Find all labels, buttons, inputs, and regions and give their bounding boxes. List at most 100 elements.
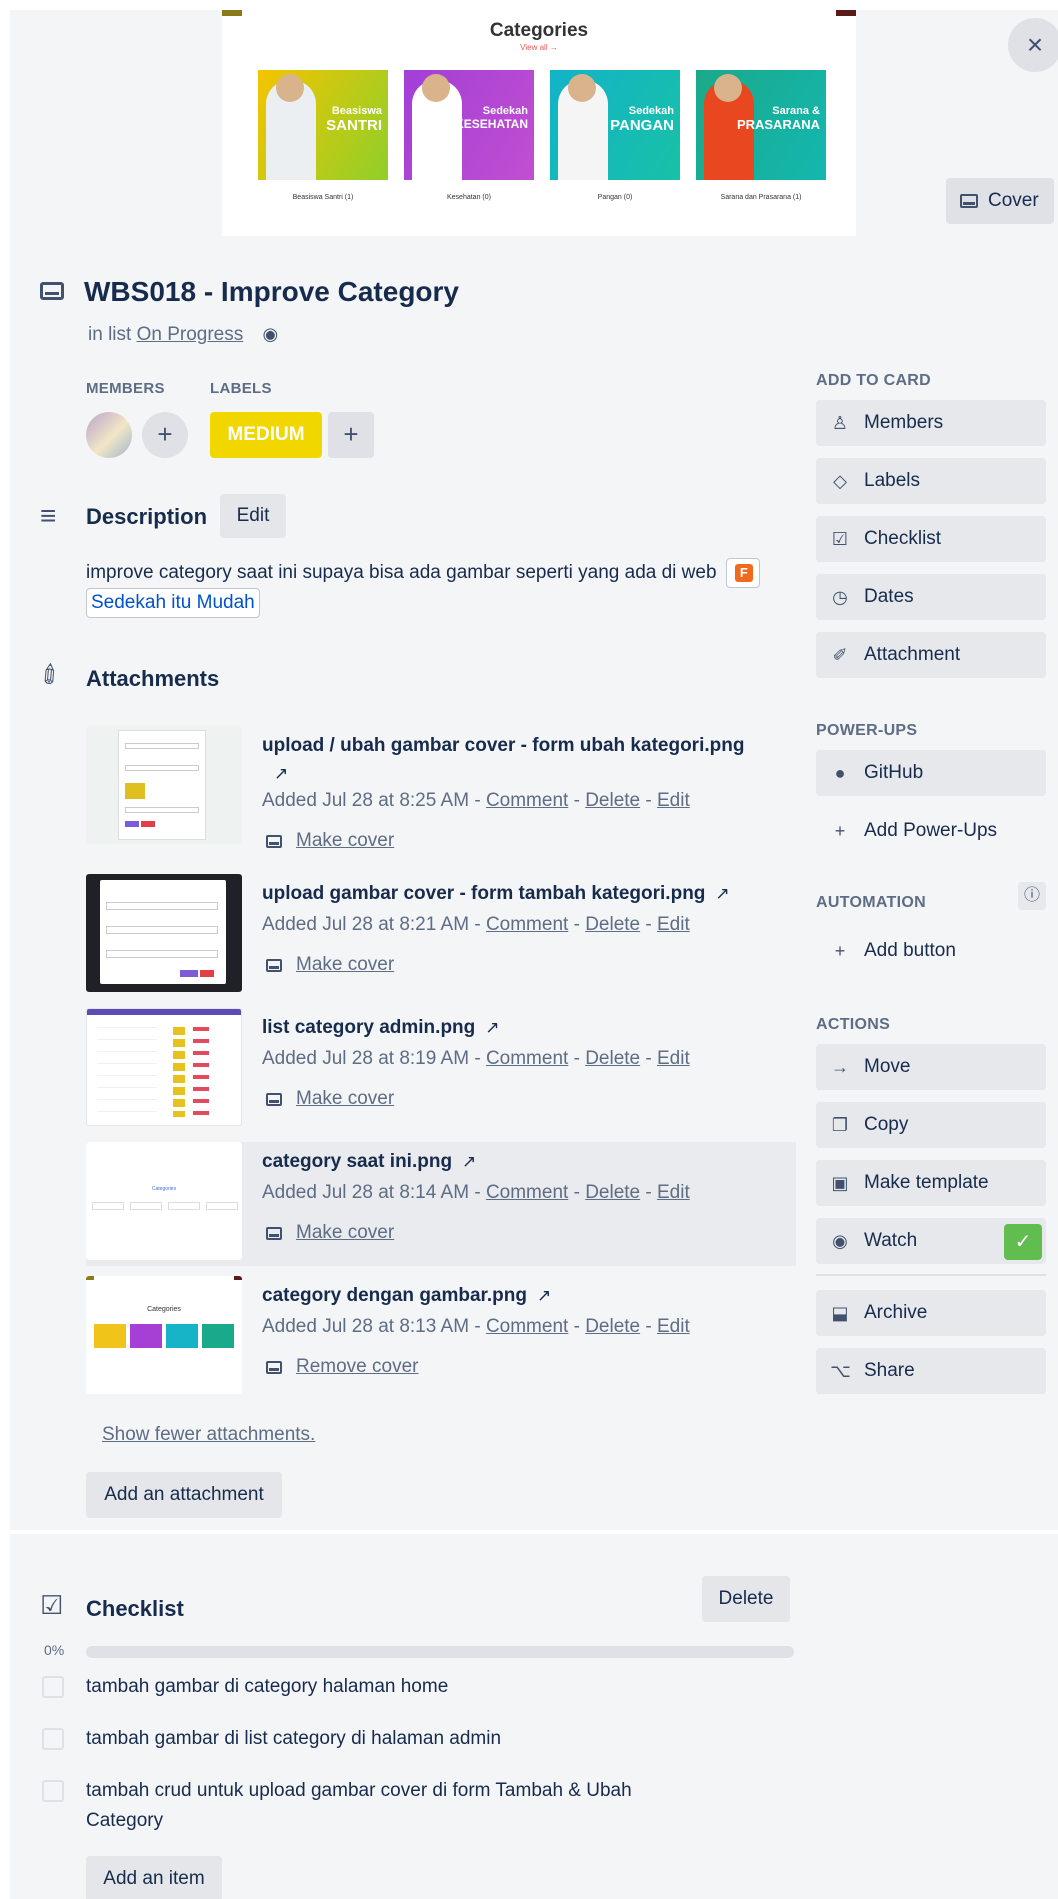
- add-checklist-item-button[interactable]: Add an item: [86, 1856, 222, 1899]
- cover-image[interactable]: Categories View all → Beasiswa SANTRI Be…: [222, 10, 856, 236]
- sidebar-checklist-button[interactable]: ☑ Checklist: [816, 516, 1046, 562]
- thumbnail-form: [118, 730, 206, 840]
- card-title[interactable]: WBS018 - Improve Category: [84, 276, 459, 308]
- make-cover-action[interactable]: Make cover: [266, 954, 394, 976]
- category-image: Sedekah PANGAN: [550, 70, 680, 180]
- card-icon: [266, 834, 282, 848]
- sidebar-attachment-button[interactable]: ✐ Attachment: [816, 632, 1046, 678]
- add-member-button[interactable]: +: [142, 412, 188, 458]
- attachment-item[interactable]: Categories category dengan gambar.png ↗ A…: [86, 1276, 796, 1400]
- sidebar-labels-button[interactable]: ◇ Labels: [816, 458, 1046, 504]
- edit-link[interactable]: Edit: [657, 914, 690, 935]
- attachment-meta: Added Jul 28 at 8:25 AM - Comment - Dele…: [262, 790, 690, 811]
- checklist-item-checkbox[interactable]: [42, 1676, 64, 1698]
- make-cover-action[interactable]: Make cover: [266, 1088, 394, 1110]
- edit-link[interactable]: Edit: [657, 790, 690, 811]
- checklist-item-text[interactable]: tambah gambar di category halaman home: [86, 1672, 666, 1702]
- edit-link[interactable]: Edit: [657, 1048, 690, 1069]
- sidebar-move-button[interactable]: → Move: [816, 1044, 1046, 1090]
- attachment-item[interactable]: Categories category saat ini.png ↗ Added …: [86, 1142, 796, 1266]
- avatar[interactable]: [86, 412, 132, 458]
- delete-link[interactable]: Delete: [585, 1182, 640, 1203]
- external-link-icon[interactable]: ↗: [485, 1018, 499, 1037]
- attachment-name[interactable]: category dengan gambar.png ↗: [262, 1282, 782, 1310]
- attachment-thumbnail[interactable]: [86, 874, 242, 992]
- info-icon[interactable]: ⓘ: [1018, 882, 1046, 910]
- plus-icon: +: [834, 940, 846, 961]
- attachment-thumbnail[interactable]: [86, 726, 242, 844]
- attachment-item[interactable]: list category admin.png ↗ Added Jul 28 at…: [86, 1008, 796, 1132]
- person-head: [276, 74, 304, 102]
- sidebar-make-template-button[interactable]: ▣ Make template: [816, 1160, 1046, 1206]
- comment-link[interactable]: Comment: [486, 1048, 568, 1069]
- attachment-item[interactable]: upload gambar cover - form tambah katego…: [86, 874, 796, 998]
- sidebar-copy-button[interactable]: ❐ Copy: [816, 1102, 1046, 1148]
- edit-link[interactable]: Edit: [657, 1182, 690, 1203]
- category-image: Sedekah KESEHATAN: [404, 70, 534, 180]
- cover-button-label: Cover: [988, 190, 1039, 211]
- card-icon: [266, 1226, 282, 1240]
- label-chip[interactable]: MEDIUM: [210, 412, 322, 458]
- external-link-icon[interactable]: ↗: [274, 764, 288, 783]
- thumbnail-dialog: [100, 880, 226, 984]
- external-link-icon[interactable]: ↗: [537, 1286, 551, 1305]
- person-head: [714, 74, 742, 102]
- sidebar-archive-button[interactable]: ⬓ Archive: [816, 1290, 1046, 1336]
- delete-link[interactable]: Delete: [585, 1316, 640, 1337]
- sidebar-dates-button[interactable]: ◷ Dates: [816, 574, 1046, 620]
- figma-link-badge[interactable]: F: [725, 558, 760, 588]
- sidebar-add-power-ups-button[interactable]: + Add Power-Ups: [816, 808, 1046, 854]
- add-to-card-label: ADD TO CARD: [816, 372, 932, 389]
- delete-link[interactable]: Delete: [585, 1048, 640, 1069]
- checklist-item-checkbox[interactable]: [42, 1728, 64, 1750]
- delete-link[interactable]: Delete: [585, 914, 640, 935]
- comment-link[interactable]: Comment: [486, 1182, 568, 1203]
- share-icon: ⌥: [830, 1360, 851, 1381]
- attachment-name[interactable]: list category admin.png ↗: [262, 1014, 782, 1042]
- description-edit-button[interactable]: Edit: [220, 494, 286, 538]
- sidebar-divider: [816, 1274, 1046, 1276]
- comment-link[interactable]: Comment: [486, 1316, 568, 1337]
- cover-button[interactable]: Cover: [946, 178, 1054, 224]
- person-head: [422, 74, 450, 102]
- sidebar-share-button[interactable]: ⌥ Share: [816, 1348, 1046, 1394]
- sidebar-github-button[interactable]: ● GitHub: [816, 750, 1046, 796]
- external-link-icon[interactable]: ↗: [462, 1152, 476, 1171]
- checklist-item-text[interactable]: tambah crud untuk upload gambar cover di…: [86, 1776, 666, 1836]
- add-attachment-button[interactable]: Add an attachment: [86, 1472, 282, 1518]
- attachment-thumbnail[interactable]: Categories: [86, 1142, 242, 1260]
- category-card-kesehatan: Sedekah KESEHATAN Kesehatan (0): [404, 70, 534, 201]
- checkmark-icon: ✓: [1004, 1224, 1042, 1260]
- category-image: Sarana & PRASARANA: [696, 70, 826, 180]
- edit-link[interactable]: Edit: [657, 1316, 690, 1337]
- attachment-name[interactable]: upload gambar cover - form tambah katego…: [262, 880, 782, 908]
- tag-icon: ◇: [833, 470, 847, 491]
- external-link-icon[interactable]: ↗: [715, 884, 729, 903]
- attachment-name[interactable]: upload / ubah gambar cover - form ubah k…: [262, 732, 782, 788]
- remove-cover-action[interactable]: Remove cover: [266, 1356, 419, 1378]
- make-cover-action[interactable]: Make cover: [266, 1222, 394, 1244]
- in-list-prefix: in list: [88, 324, 132, 345]
- attachment-thumbnail[interactable]: [86, 1008, 242, 1126]
- attachment-item[interactable]: upload / ubah gambar cover - form ubah k…: [86, 726, 796, 851]
- delete-link[interactable]: Delete: [585, 790, 640, 811]
- make-cover-action[interactable]: Make cover: [266, 830, 394, 852]
- checklist-item-text[interactable]: tambah gambar di list category di halama…: [86, 1724, 666, 1754]
- cover-image-view-all: View all →: [520, 43, 558, 52]
- attachment-name[interactable]: category saat ini.png ↗: [262, 1148, 782, 1176]
- attachment-thumbnail[interactable]: Categories: [86, 1276, 242, 1394]
- sidebar-add-button-button[interactable]: + Add button: [816, 928, 1046, 974]
- checklist-item-checkbox[interactable]: [42, 1780, 64, 1802]
- category-image-label: Sarana & PRASARANA: [736, 105, 820, 132]
- category-card-santri: Beasiswa SANTRI Beasiswa Santri (1): [258, 70, 388, 201]
- close-button[interactable]: ×: [1008, 18, 1058, 72]
- category-caption: Pangan (0): [597, 194, 633, 201]
- description-link[interactable]: Sedekah itu Mudah: [86, 588, 260, 619]
- comment-link[interactable]: Comment: [486, 790, 568, 811]
- checklist-delete-button[interactable]: Delete: [702, 1576, 790, 1622]
- sidebar-members-button[interactable]: ♙ Members: [816, 400, 1046, 446]
- show-fewer-attachments-link[interactable]: Show fewer attachments.: [102, 1424, 315, 1446]
- comment-link[interactable]: Comment: [486, 914, 568, 935]
- list-name-link[interactable]: On Progress: [137, 324, 244, 345]
- add-label-button[interactable]: +: [328, 412, 374, 458]
